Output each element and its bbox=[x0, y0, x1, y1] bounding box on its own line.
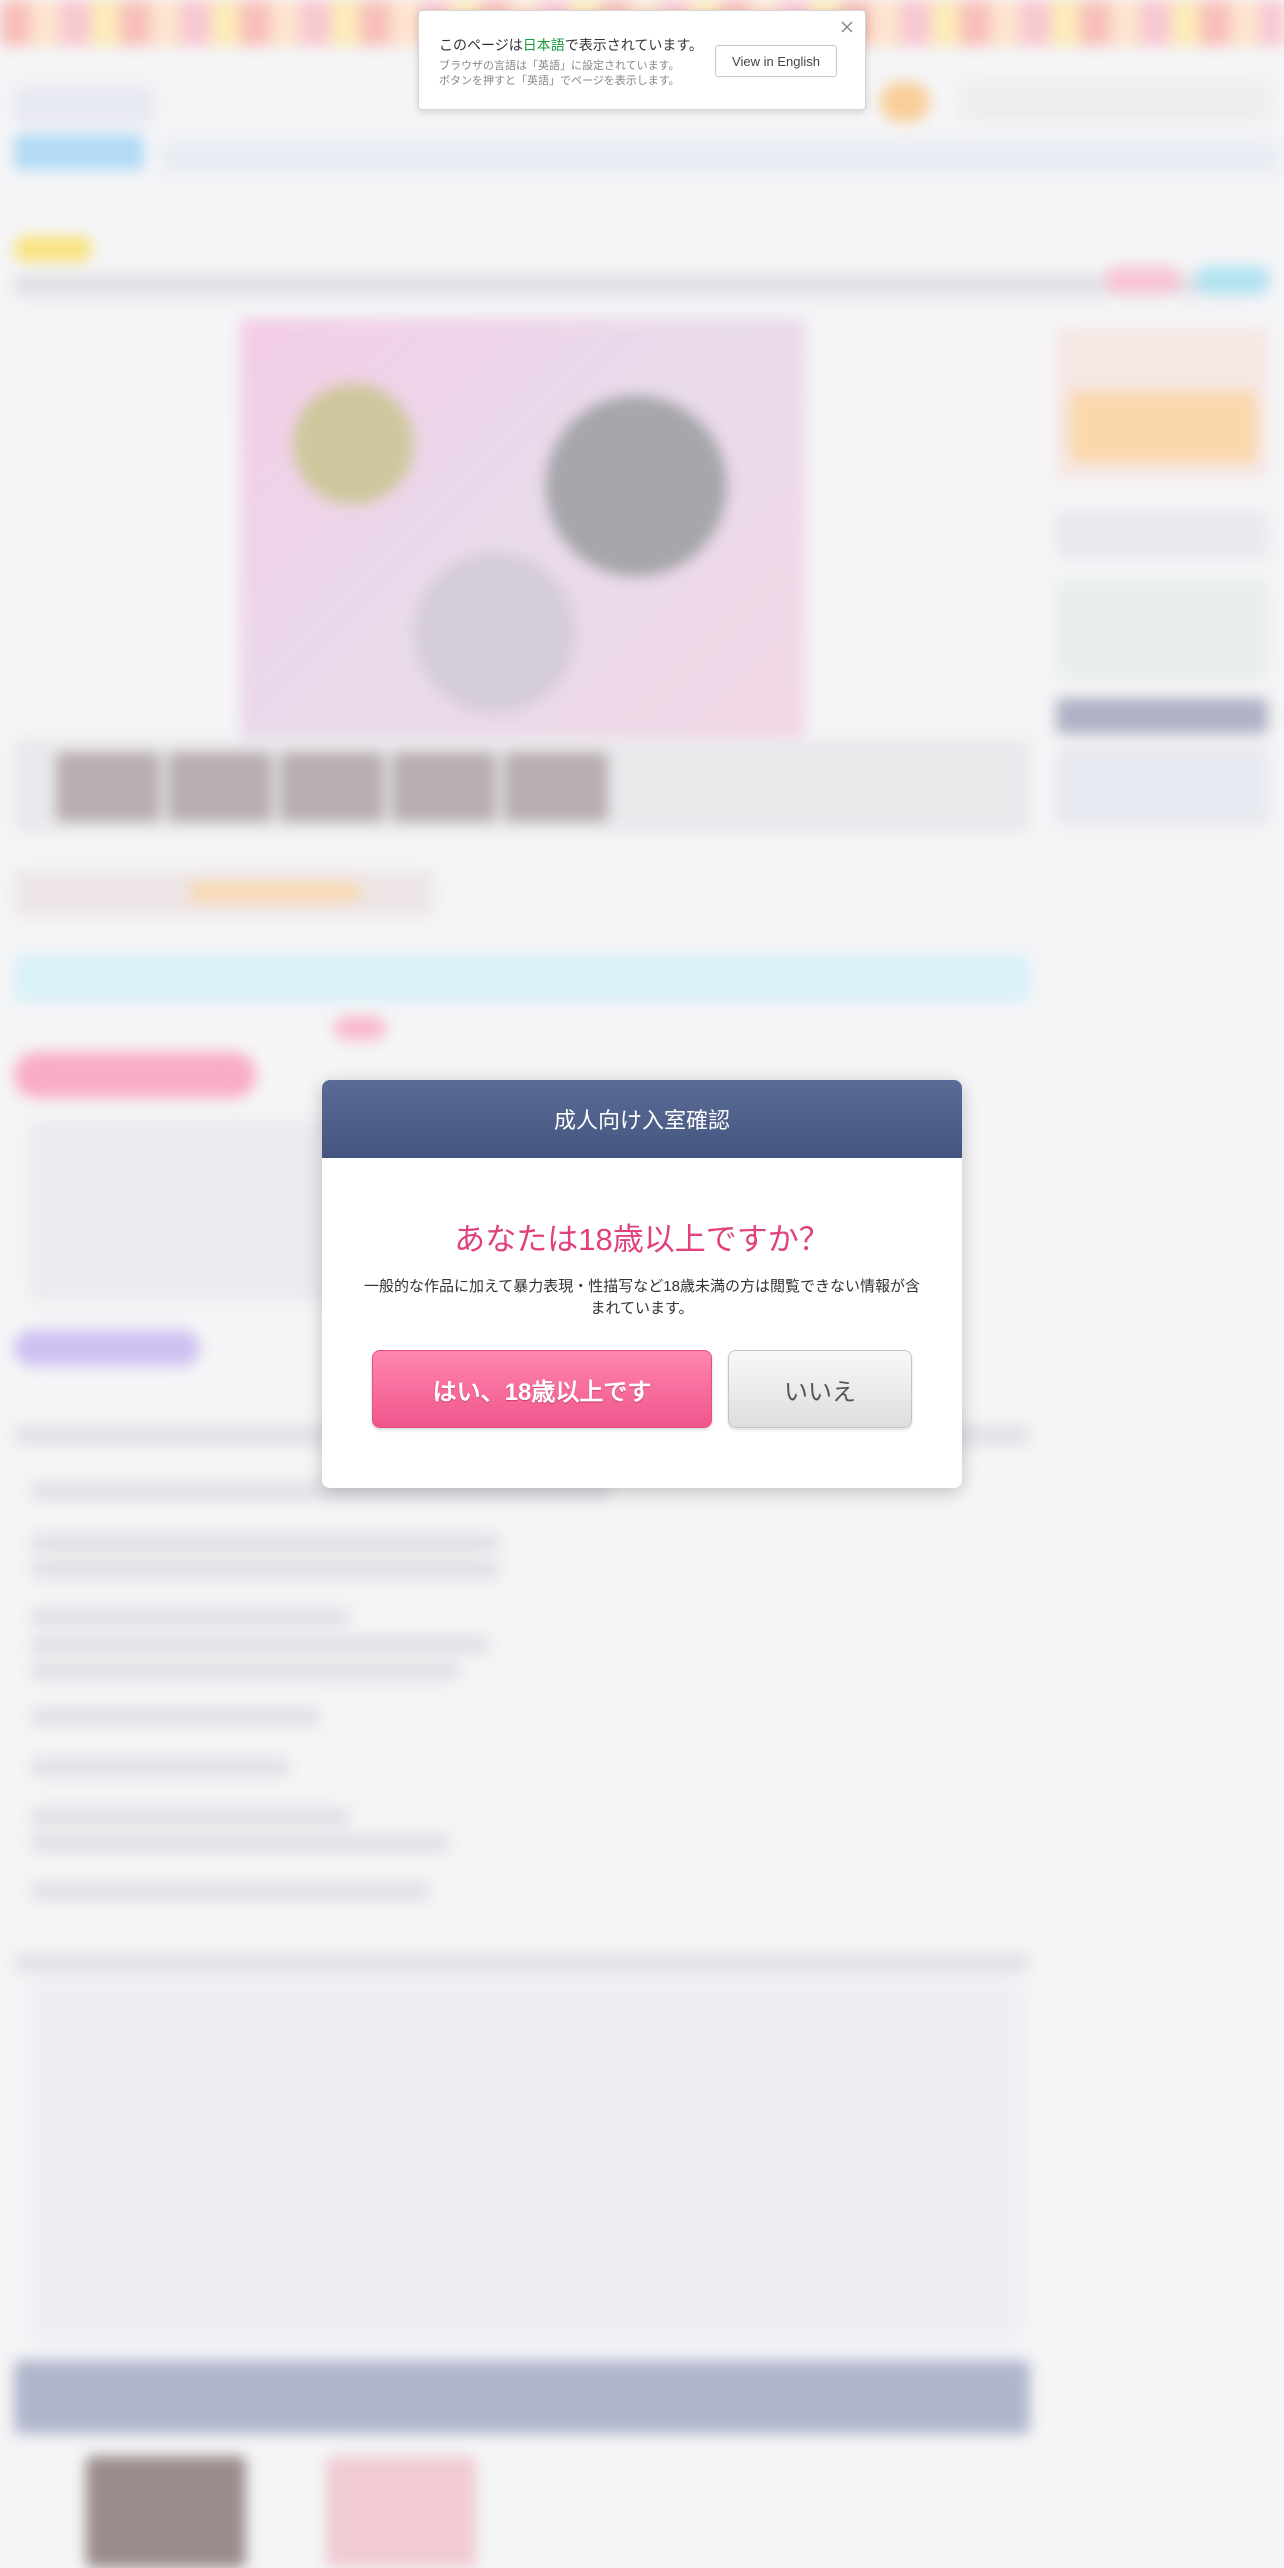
translate-note-line: ボタンを押すと「英語」でページを表示します。 bbox=[439, 75, 680, 87]
age-description: 一般的な作品に加えて暴力表現・性描写など18歳未満の方は閲覧できない情報が含まれ… bbox=[364, 1278, 920, 1317]
translate-note: ブラウザの言語は「英語」に設定されています。 ボタンを押すと「英語」でページを表… bbox=[439, 59, 719, 89]
translate-notification: このページは日本語で表示されています。 ブラウザの言語は「英語」に設定されていま… bbox=[418, 10, 866, 110]
translate-message-suffix: で表示されています。 bbox=[564, 37, 703, 53]
age-question: あなたは18歳以上ですか？ bbox=[454, 1222, 830, 1257]
translate-note-line: ブラウザの言語は「英語」に設定されています。 bbox=[439, 60, 680, 72]
close-icon[interactable] bbox=[837, 17, 857, 37]
decline-button[interactable]: いいえ bbox=[728, 1350, 912, 1428]
translate-message: このページは日本語で表示されています。 bbox=[439, 35, 703, 55]
translate-language: 日本語 bbox=[522, 37, 565, 53]
modal-title: 成人向け入室確認 bbox=[322, 1080, 962, 1158]
view-in-english-button[interactable]: View in English bbox=[715, 45, 837, 77]
confirm-adult-button[interactable]: はい、18歳以上です bbox=[372, 1350, 712, 1428]
age-confirmation-modal: 成人向け入室確認 あなたは18歳以上ですか？ 一般的な作品に加えて暴力表現・性描… bbox=[322, 1080, 962, 1488]
translate-message-prefix: このページは bbox=[439, 37, 523, 53]
